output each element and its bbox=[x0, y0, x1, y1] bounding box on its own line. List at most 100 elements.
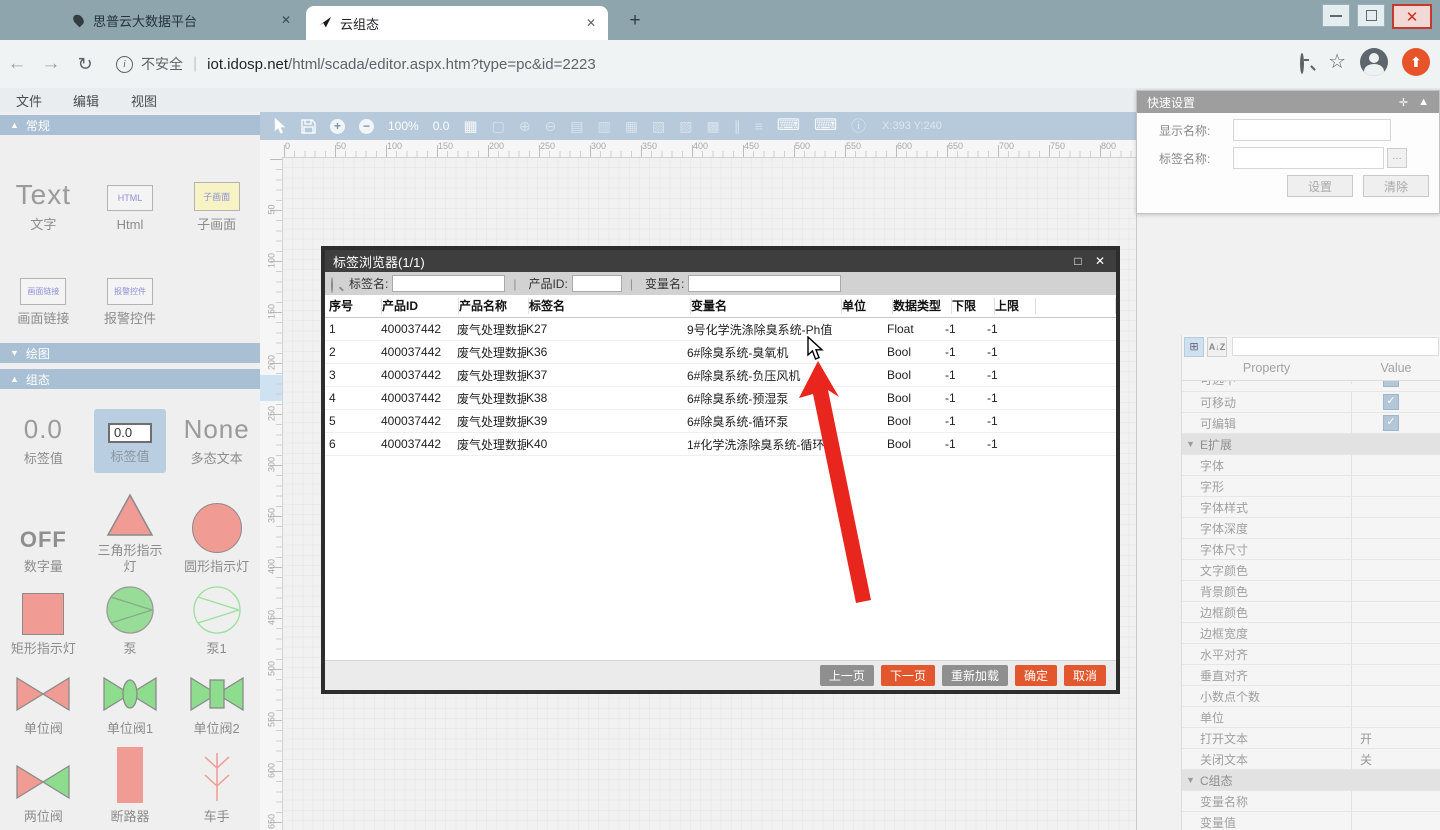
table-row[interactable]: 5 400037442 废气处理数据采 K39 6#除臭系统-循环泵 Bool … bbox=[325, 410, 1116, 433]
menu-view[interactable]: 视图 bbox=[131, 91, 157, 110]
browse-tags-button[interactable]: … bbox=[1387, 148, 1407, 168]
browser-tab-inactive[interactable]: 思普云大数据平台 ✕ bbox=[58, 0, 303, 40]
section-draw[interactable]: ▼ 绘图 bbox=[0, 343, 260, 363]
property-row[interactable]: 打开文本 开 ✓ bbox=[1182, 728, 1440, 749]
table-row[interactable]: 4 400037442 废气处理数据采 K38 6#除臭系统-预湿泵 Bool … bbox=[325, 387, 1116, 410]
clear-button[interactable]: 清除 bbox=[1363, 175, 1429, 197]
menu-file[interactable]: 文件 bbox=[16, 91, 42, 110]
back-icon[interactable]: ← bbox=[0, 53, 34, 75]
palette-item-digital[interactable]: OFF 数字量 bbox=[0, 527, 87, 575]
property-row[interactable]: 字体深度 ✓ bbox=[1182, 518, 1440, 539]
sort-az-icon[interactable]: A↓Z bbox=[1207, 337, 1227, 357]
new-tab-button[interactable]: + bbox=[622, 8, 648, 34]
table-row[interactable]: 6 400037442 废气处理数据采 K40 1#化学洗涤除臭系统-循环泵 B… bbox=[325, 433, 1116, 456]
pan-icon[interactable]: ▢ bbox=[492, 119, 505, 133]
pin-icon[interactable]: ✛ bbox=[1399, 96, 1408, 109]
dialog-button[interactable]: 下一页 bbox=[881, 665, 935, 686]
dialog-button[interactable]: 重新加载 bbox=[942, 665, 1008, 686]
display-name-input[interactable] bbox=[1233, 119, 1391, 141]
palette-item-screen-link[interactable]: 画面链接 画面链接 bbox=[0, 278, 87, 327]
zoom-in-area-icon[interactable]: ⊕ bbox=[519, 119, 531, 133]
browser-tab-active[interactable]: 云组态 ✕ bbox=[306, 6, 608, 40]
palette-item-pump[interactable]: 泵 bbox=[87, 585, 174, 657]
palette-item-tag-value[interactable]: 0.0 标签值 bbox=[0, 414, 87, 467]
property-row[interactable]: 水平对齐 ✓ bbox=[1182, 644, 1440, 665]
align-center-icon[interactable]: ▥ bbox=[598, 119, 611, 133]
property-row[interactable]: 字形 ✓ bbox=[1182, 476, 1440, 497]
palette-item-breaker[interactable]: 断路器 bbox=[87, 747, 174, 825]
palette-item-valve2[interactable]: 单位阀2 bbox=[173, 673, 260, 737]
quick-settings-header[interactable]: 快速设置 ✛ ▲ bbox=[1137, 91, 1439, 113]
bookmark-star-icon[interactable]: ☆ bbox=[1328, 52, 1346, 72]
tag-name-input[interactable] bbox=[1233, 147, 1384, 169]
property-row[interactable]: 字体样式 ✓ bbox=[1182, 497, 1440, 518]
product-id-input[interactable] bbox=[572, 275, 622, 292]
section-general[interactable]: ▲ 常规 bbox=[0, 115, 260, 135]
property-row[interactable]: 可编辑 ✓ bbox=[1182, 413, 1440, 434]
align-bottom-icon[interactable]: ▩ bbox=[706, 119, 719, 133]
zoom-out-area-icon[interactable]: ⊖ bbox=[545, 119, 557, 133]
zoom-out-icon[interactable]: − bbox=[359, 119, 374, 134]
palette-item-subscreen[interactable]: 子画面 子画面 bbox=[173, 182, 260, 233]
align-right-icon[interactable]: ▦ bbox=[625, 119, 638, 133]
table-row[interactable]: 1 400037442 废气处理数据采 K27 9号化学洗涤除臭系统-Ph值 F… bbox=[325, 318, 1116, 341]
palette-item-square-indicator[interactable]: 矩形指示灯 bbox=[0, 593, 87, 657]
align-top-icon[interactable]: ▧ bbox=[652, 119, 665, 133]
property-row[interactable]: 背景颜色 ✓ bbox=[1182, 581, 1440, 602]
url-field[interactable]: i 不安全 | iot.idosp.net/html/scada/editor.… bbox=[116, 54, 596, 74]
palette-item-text[interactable]: Text 文字 bbox=[0, 179, 87, 233]
property-row[interactable]: 边框颜色 ✓ bbox=[1182, 602, 1440, 623]
keyboard2-icon[interactable]: ⌨ bbox=[814, 118, 837, 134]
section-scada[interactable]: ▲ 组态 bbox=[0, 369, 260, 389]
maximize-icon[interactable]: □ bbox=[1070, 254, 1086, 268]
grid-toggle-icon[interactable]: ▦ bbox=[463, 119, 477, 134]
dialog-button[interactable]: 取消 bbox=[1064, 665, 1106, 686]
palette-item-circle-indicator[interactable]: 圆形指示灯 bbox=[173, 503, 260, 575]
palette-item-html[interactable]: HTML Html bbox=[87, 185, 174, 233]
checkbox-checked-icon[interactable]: ✓ bbox=[1383, 415, 1399, 431]
tab-close-icon[interactable]: ✕ bbox=[582, 14, 600, 32]
distribute-h-icon[interactable]: ∥ bbox=[734, 119, 741, 133]
property-row[interactable]: 变量值 ✓ bbox=[1182, 812, 1440, 830]
select-cursor-icon[interactable] bbox=[274, 118, 287, 134]
distribute-v-icon[interactable]: ≡ bbox=[755, 119, 763, 133]
menu-edit[interactable]: 编辑 bbox=[73, 91, 99, 110]
set-button[interactable]: 设置 bbox=[1287, 175, 1353, 197]
close-icon[interactable]: ✕ bbox=[1092, 254, 1108, 268]
property-filter-input[interactable] bbox=[1232, 337, 1439, 356]
palette-item-pump1[interactable]: 泵1 bbox=[173, 585, 260, 657]
palette-item-multistate-text[interactable]: None 多态文本 bbox=[173, 414, 260, 467]
tag-name-input[interactable] bbox=[392, 275, 505, 292]
property-row[interactable]: 边框宽度 ✓ bbox=[1182, 623, 1440, 644]
minimize-button[interactable] bbox=[1322, 4, 1350, 27]
property-row[interactable]: 可选中 ✓ bbox=[1182, 381, 1440, 392]
property-row[interactable]: 垂直对齐 ✓ bbox=[1182, 665, 1440, 686]
align-middle-icon[interactable]: ▨ bbox=[679, 119, 692, 133]
checkbox-checked-icon[interactable]: ✓ bbox=[1383, 381, 1399, 387]
profile-avatar[interactable] bbox=[1360, 48, 1388, 76]
zoom-in-icon[interactable]: + bbox=[330, 119, 345, 134]
property-row[interactable]: 字体 ✓ bbox=[1182, 455, 1440, 476]
forward-icon[interactable]: → bbox=[34, 53, 68, 75]
save-icon[interactable] bbox=[301, 119, 316, 134]
property-row[interactable]: 单位 ✓ bbox=[1182, 707, 1440, 728]
restore-button[interactable] bbox=[1357, 4, 1385, 27]
variable-name-input[interactable] bbox=[688, 275, 841, 292]
property-row[interactable]: 变量名称 ✓ bbox=[1182, 791, 1440, 812]
property-row[interactable]: 关闭文本 关 ✓ bbox=[1182, 749, 1440, 770]
tab-close-icon[interactable]: ✕ bbox=[277, 11, 295, 29]
palette-item-alarm[interactable]: 报警控件 报警控件 bbox=[87, 278, 174, 327]
close-button[interactable]: ✕ bbox=[1392, 4, 1432, 29]
property-row[interactable]: ▼ E扩展 ✓ bbox=[1182, 434, 1440, 455]
reload-icon[interactable]: ↻ bbox=[68, 54, 102, 75]
palette-item-valve1[interactable]: 单位阀1 bbox=[87, 673, 174, 737]
dialog-title-bar[interactable]: 标签浏览器(1/1) □ ✕ bbox=[325, 250, 1116, 272]
property-row[interactable]: 字体尺寸 ✓ bbox=[1182, 539, 1440, 560]
property-row[interactable]: 文字颜色 ✓ bbox=[1182, 560, 1440, 581]
info-icon[interactable]: ⓘ bbox=[851, 119, 866, 134]
categorize-icon[interactable]: ⊞ bbox=[1184, 337, 1204, 357]
property-row[interactable]: ▼ C组态 ✓ bbox=[1182, 770, 1440, 791]
palette-item-handcart[interactable]: 车手 bbox=[173, 751, 260, 825]
dialog-button[interactable]: 上一页 bbox=[820, 665, 874, 686]
align-left-icon[interactable]: ▤ bbox=[570, 119, 583, 133]
